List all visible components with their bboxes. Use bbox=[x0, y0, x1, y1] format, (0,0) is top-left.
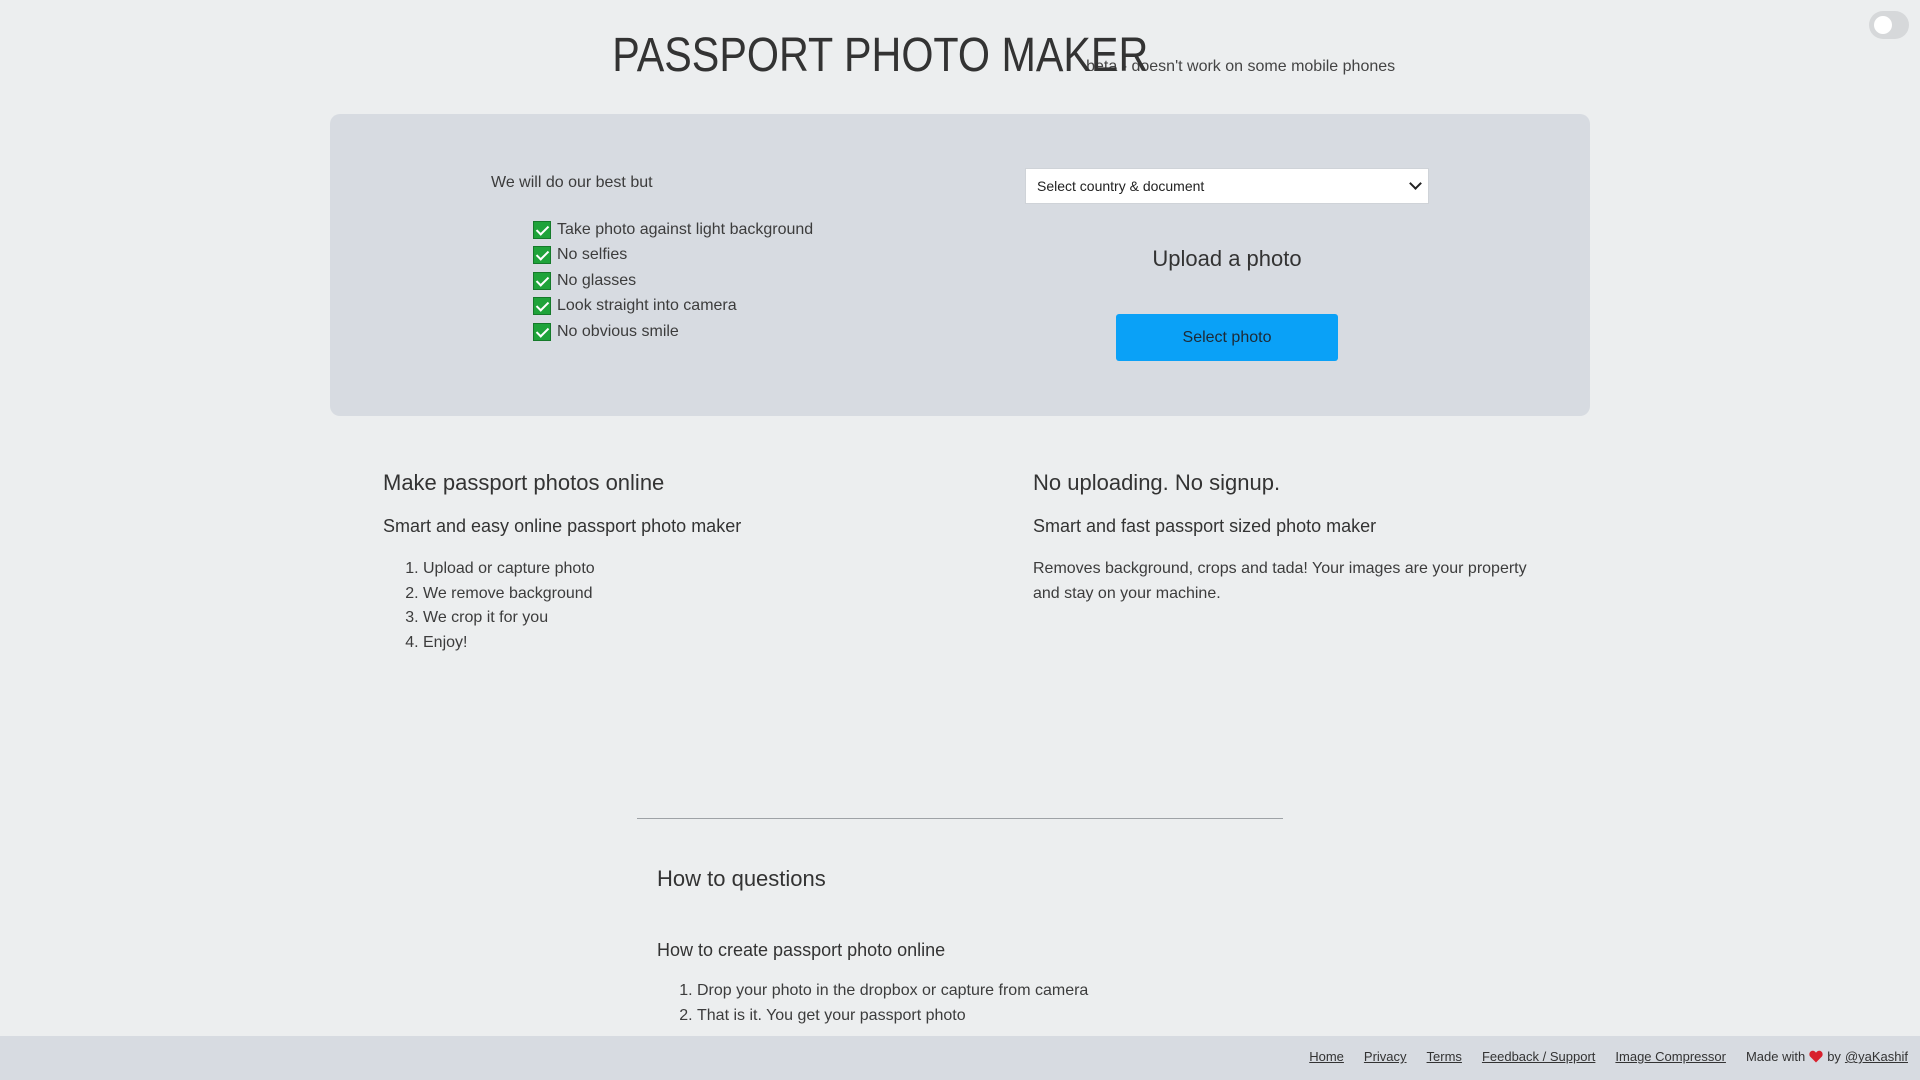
checklist-item: No glasses bbox=[533, 268, 813, 294]
footer-link-feedback[interactable]: Feedback / Support bbox=[1482, 1049, 1595, 1064]
checklist-item-label: No obvious smile bbox=[557, 322, 679, 340]
author-link[interactable]: @yaKashif bbox=[1845, 1049, 1908, 1064]
checklist-item: No selfies bbox=[533, 243, 813, 269]
checklist-item: Take photo against light background bbox=[533, 217, 813, 243]
checklist-item-label: Look straight into camera bbox=[557, 297, 737, 315]
checked-checkbox-icon bbox=[533, 297, 551, 316]
country-select-value: Select country & document bbox=[1037, 178, 1205, 194]
footer-link-terms[interactable]: Terms bbox=[1427, 1049, 1462, 1064]
list-item: We crop it for you bbox=[423, 606, 903, 631]
howto-section: How to questions How to create passport … bbox=[657, 866, 1357, 1028]
section-subheading: Smart and easy online passport photo mak… bbox=[383, 516, 742, 536]
section-subheading: Smart and fast passport sized photo make… bbox=[1033, 516, 1377, 536]
steps-list: Upload or capture photo We remove backgr… bbox=[383, 557, 903, 655]
hero-panel: We will do our best but Take photo again… bbox=[330, 114, 1590, 416]
checklist-item-label: No glasses bbox=[557, 271, 637, 289]
chevron-down-icon bbox=[1409, 177, 1422, 190]
checked-checkbox-icon bbox=[533, 271, 551, 290]
heart-icon bbox=[1809, 1050, 1823, 1063]
checked-checkbox-icon bbox=[533, 246, 551, 265]
footer-links: Home Privacy Terms Feedback / Support Im… bbox=[1289, 1049, 1908, 1064]
checked-checkbox-icon bbox=[533, 220, 551, 239]
steps-list: Drop your photo in the dropbox or captur… bbox=[657, 979, 1357, 1028]
by-label: by bbox=[1827, 1049, 1841, 1064]
list-item: That is it. You get your passport photo bbox=[697, 1004, 1357, 1029]
section-heading: No uploading. No signup. bbox=[1033, 470, 1281, 495]
divider bbox=[637, 818, 1283, 819]
select-photo-button[interactable]: Select photo bbox=[1116, 314, 1338, 361]
footer: Home Privacy Terms Feedback / Support Im… bbox=[0, 1036, 1920, 1080]
country-document-select[interactable]: Select country & document bbox=[1025, 168, 1429, 204]
section-subheading: How to create passport photo online bbox=[657, 940, 946, 960]
page-title: PASSPORT PHOTO MAKER bbox=[612, 29, 1149, 82]
checklist-item-label: Take photo against light background bbox=[557, 220, 814, 238]
footer-link-home[interactable]: Home bbox=[1309, 1049, 1344, 1064]
page: PASSPORT PHOTO MAKERbeta - doesn't work … bbox=[0, 0, 1920, 1080]
list-item: Drop your photo in the dropbox or captur… bbox=[697, 979, 1357, 1004]
footer-link-privacy[interactable]: Privacy bbox=[1364, 1049, 1407, 1064]
checklist-item-label: No selfies bbox=[557, 246, 628, 264]
made-with-label: Made with bbox=[1745, 1049, 1806, 1064]
checked-checkbox-icon bbox=[533, 322, 551, 341]
list-item: We remove background bbox=[423, 582, 903, 607]
list-item: Enjoy! bbox=[423, 631, 903, 656]
checklist-item: Look straight into camera bbox=[533, 294, 813, 320]
checklist-item: No obvious smile bbox=[533, 319, 813, 345]
requirements-checklist: Take photo against light background No s… bbox=[533, 217, 813, 345]
features-right-column: No uploading. No signup. Smart and fast … bbox=[1033, 470, 1553, 606]
section-heading: Make passport photos online bbox=[383, 470, 665, 495]
features-left-column: Make passport photos online Smart and ea… bbox=[383, 470, 903, 655]
section-text: Removes background, crops and tada! Your… bbox=[1033, 560, 1527, 602]
list-item: Upload or capture photo bbox=[423, 557, 903, 582]
footer-link-image-compressor[interactable]: Image Compressor bbox=[1615, 1049, 1726, 1064]
section-heading: How to questions bbox=[657, 866, 826, 891]
checklist-intro: We will do our best but bbox=[491, 174, 653, 191]
made-with-credit: Made with by @yaKashif bbox=[1746, 1049, 1908, 1064]
upload-heading: Upload a photo bbox=[1152, 246, 1302, 271]
page-header: PASSPORT PHOTO MAKERbeta - doesn't work … bbox=[0, 28, 1920, 83]
